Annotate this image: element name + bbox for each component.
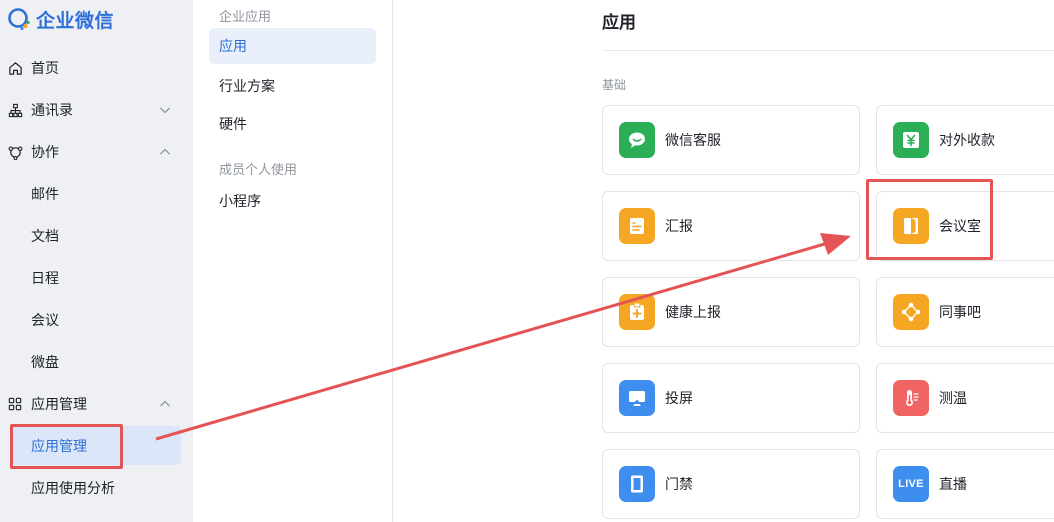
network-icon [893,294,929,330]
sidebar-item-contacts[interactable]: 通讯录 [0,93,193,127]
chevron-up-icon[interactable] [159,398,171,410]
group-label-personal: 成员个人使用 [219,163,298,178]
main-content: 应用 基础 微信客服 对外收款 汇报 会议室 健康上报 同事吧 投屏 测温 门禁… [393,0,1054,522]
app-name: 直播 [939,477,967,493]
app-name: 投屏 [665,391,693,407]
group-label-enterprise-apps: 企业应用 [219,10,272,25]
report-icon [619,208,655,244]
yuan-payment-icon [893,122,929,158]
category-item-miniprogram[interactable]: 小程序 [219,191,261,211]
sidebar-sub-docs[interactable]: 文档 [31,221,59,251]
thermometer-icon [893,380,929,416]
app-name: 测温 [939,391,967,407]
app-name: 微信客服 [665,133,721,149]
chevron-up-icon[interactable] [159,146,171,158]
app-card-health-report[interactable]: 健康上报 [602,277,860,347]
app-card-external-payment[interactable]: 对外收款 [876,105,1054,175]
wecom-logo-icon [8,8,30,31]
category-item-apps[interactable]: 应用 [219,28,247,64]
app-name: 对外收款 [939,133,995,149]
app-card-colleague-bar[interactable]: 同事吧 [876,277,1054,347]
app-card-report[interactable]: 汇报 [602,191,860,261]
app-name: 汇报 [665,219,693,235]
health-report-icon [619,294,655,330]
screen-cast-icon [619,380,655,416]
divider [602,50,1054,51]
sidebar-sub-app-analytics[interactable]: 应用使用分析 [31,473,115,503]
app-card-wechat-service[interactable]: 微信客服 [602,105,860,175]
annotation-highlight-meeting-room [866,179,993,260]
app-card-temperature[interactable]: 测温 [876,363,1054,433]
collaboration-icon [7,144,23,160]
wechat-service-icon [619,122,655,158]
chevron-down-icon[interactable] [159,104,171,116]
app-card-live[interactable]: LIVE 直播 [876,449,1054,519]
sidebar-sub-mail[interactable]: 邮件 [31,179,59,209]
sidebar-item-label: 协作 [31,145,59,161]
org-chart-icon [7,102,23,118]
app-card-screen-cast[interactable]: 投屏 [602,363,860,433]
sidebar-item-app-management[interactable]: 应用管理 [0,387,193,421]
sidebar-sub-drive[interactable]: 微盘 [31,347,59,377]
sidebar-item-collaboration[interactable]: 协作 [0,135,193,169]
category-item-industry[interactable]: 行业方案 [219,76,275,96]
app-name: 健康上报 [665,305,721,321]
live-icon: LIVE [893,466,929,502]
sidebar-item-label: 首页 [31,61,59,77]
grid-icon [7,396,23,412]
access-door-icon [619,466,655,502]
brand-logo[interactable]: 企业微信 [6,6,114,32]
category-item-hardware[interactable]: 硬件 [219,114,247,134]
app-name: 门禁 [665,477,693,493]
sidebar-sub-meeting[interactable]: 会议 [31,305,59,335]
app-category-column: 企业应用 应用 行业方案 硬件 成员个人使用 小程序 [193,0,393,522]
app-name: 同事吧 [939,305,981,321]
page-title: 应用 [602,13,636,33]
home-icon [7,60,23,76]
app-card-access-control[interactable]: 门禁 [602,449,860,519]
sidebar-sub-calendar[interactable]: 日程 [31,263,59,293]
section-label-basic: 基础 [602,78,627,92]
live-badge-text: LIVE [898,478,924,490]
sidebar-item-label: 通讯录 [31,103,73,119]
brand-name: 企业微信 [36,9,115,32]
sidebar-item-label: 应用管理 [31,397,87,413]
sidebar-item-home[interactable]: 首页 [0,51,193,85]
annotation-highlight-app-management [10,424,123,469]
